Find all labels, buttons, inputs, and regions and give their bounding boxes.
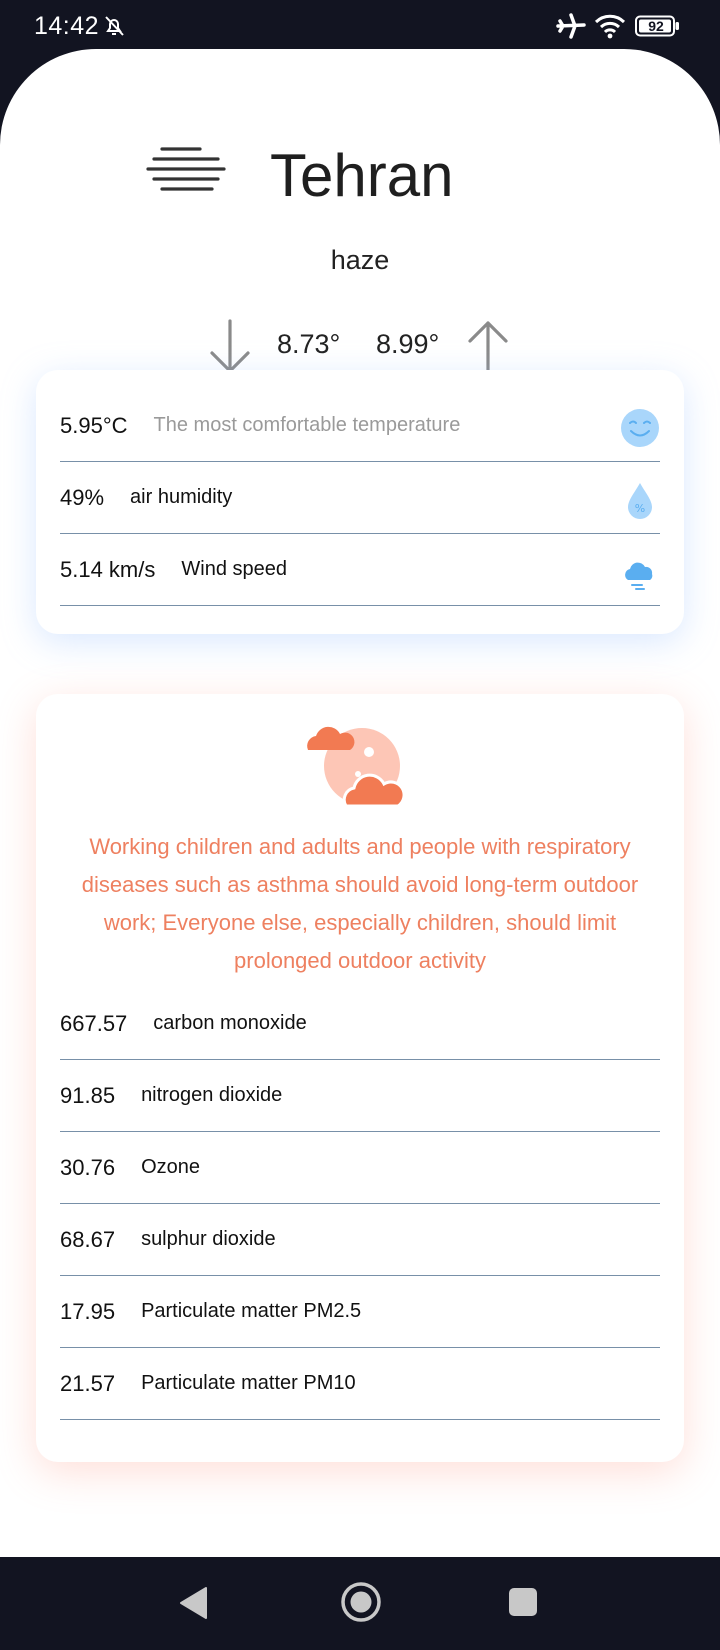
haze-cloud-icon: [307, 726, 406, 808]
detail-row-humidity: 49% air humidity %: [60, 462, 660, 534]
smile-icon: [621, 409, 659, 447]
battery-level: 92: [648, 18, 664, 34]
navigation-bar: [0, 1557, 720, 1650]
pollutant-value: 68.67: [60, 1226, 116, 1252]
pollutant-value: 30.76: [60, 1154, 116, 1180]
detail-label: Wind speed: [181, 558, 287, 580]
pollutant-label: carbon monoxide: [153, 1012, 307, 1034]
pollutant-label: nitrogen dioxide: [141, 1084, 283, 1106]
up-arrow-icon: [468, 321, 508, 375]
pollutant-label: Ozone: [141, 1156, 200, 1178]
back-icon[interactable]: [178, 1585, 210, 1621]
cloud-wind-icon: [625, 562, 653, 590]
city-name: Tehran: [270, 142, 454, 209]
pollutant-row: 68.67 sulphur dioxide: [60, 1204, 660, 1276]
pollutant-row: 17.95 Particulate matter PM2.5: [60, 1276, 660, 1348]
home-icon[interactable]: [340, 1581, 382, 1623]
pollutant-row: 30.76 Ozone: [60, 1132, 660, 1204]
humidity-drop-icon: %: [628, 483, 652, 519]
pollutant-value: 17.95: [60, 1298, 116, 1324]
detail-value: 5.95°C: [60, 412, 128, 438]
health-advice: Working children and adults and people w…: [81, 834, 639, 973]
pollutant-row: 21.57 Particulate matter PM10: [60, 1348, 660, 1420]
airplane-icon: [556, 13, 586, 39]
pollutant-row: 667.57 carbon monoxide: [60, 988, 660, 1060]
pollutant-row: 91.85 nitrogen dioxide: [60, 1060, 660, 1132]
wifi-icon: [594, 14, 626, 39]
pollutant-label: Particulate matter PM10: [141, 1372, 356, 1394]
pollutant-value: 91.85: [60, 1082, 116, 1108]
detail-label: air humidity: [130, 486, 233, 508]
pollutant-label: sulphur dioxide: [141, 1228, 276, 1250]
pollutant-value: 21.57: [60, 1370, 116, 1396]
temp-max: 8.99°: [376, 329, 440, 359]
status-time: 14:42: [34, 12, 100, 40]
detail-value: 5.14 km/s: [60, 556, 156, 582]
detail-row-comfort-temp: 5.95°C The most comfortable temperature: [60, 390, 660, 462]
temp-min: 8.73°: [277, 329, 341, 359]
recents-icon[interactable]: [508, 1587, 538, 1617]
svg-text:%: %: [635, 502, 645, 515]
menu-lines-icon[interactable]: [146, 145, 226, 195]
detail-label: The most comfortable temperature: [153, 414, 461, 436]
bell-off-icon: [105, 16, 124, 36]
weather-details-card: 5.95°C The most comfortable temperature …: [36, 370, 684, 634]
weather-condition: haze: [330, 245, 390, 275]
pollutant-label: Particulate matter PM2.5: [141, 1300, 362, 1322]
pollutant-value: 667.57: [60, 1010, 128, 1036]
detail-row-wind: 5.14 km/s Wind speed: [60, 534, 660, 606]
detail-value: 49%: [60, 484, 105, 510]
air-quality-card: Working children and adults and people w…: [36, 694, 684, 1462]
status-bar: 14:42 92: [0, 0, 720, 52]
down-arrow-icon: [210, 319, 250, 373]
